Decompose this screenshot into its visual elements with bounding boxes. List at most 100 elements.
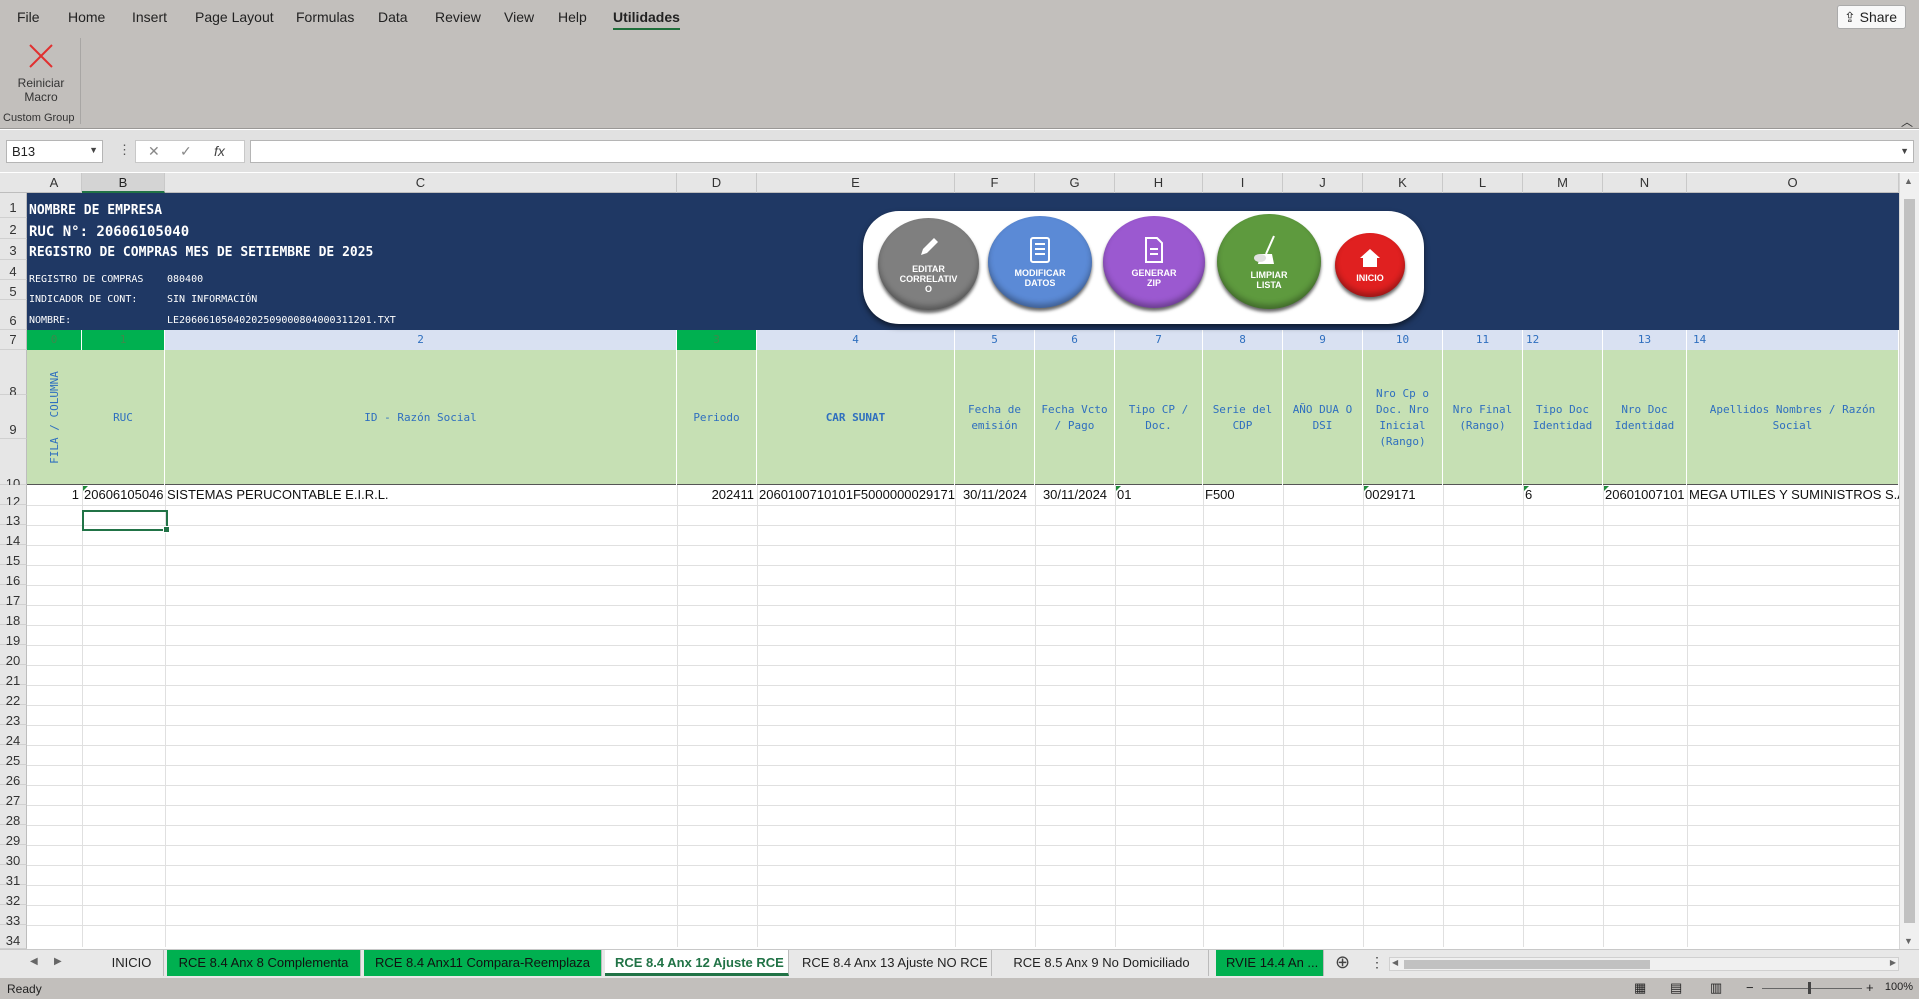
row-header-25[interactable]: 25: [0, 745, 27, 768]
cell-ruc[interactable]: 20606105046: [84, 485, 164, 505]
col-header-g[interactable]: G: [1035, 173, 1115, 193]
horizontal-scroll-thumb[interactable]: [1404, 960, 1650, 969]
col-header-c[interactable]: C: [165, 173, 677, 193]
col-header-i[interactable]: I: [1203, 173, 1283, 193]
reiniciar-macro-button[interactable]: Reiniciar Macro: [8, 42, 74, 104]
row-header-19[interactable]: 19: [0, 625, 27, 648]
zoom-in-icon[interactable]: +: [1866, 980, 1874, 995]
tab-help[interactable]: Help: [558, 9, 587, 25]
more-options-icon[interactable]: ⋮: [118, 142, 131, 158]
col-header-o[interactable]: O: [1687, 173, 1899, 193]
tab-file[interactable]: File: [17, 9, 40, 25]
tab-insert[interactable]: Insert: [132, 9, 167, 25]
col-header-k[interactable]: K: [1363, 173, 1443, 193]
sheet-tab-anx9[interactable]: RCE 8.5 Anx 9 No Domiciliado: [995, 950, 1209, 976]
row-header-26[interactable]: 26: [0, 765, 27, 788]
vertical-scroll-thumb[interactable]: [1904, 199, 1915, 923]
limpiar-lista-button[interactable]: LIMPIAR LISTA: [1217, 214, 1321, 309]
sheet-tab-anx11[interactable]: RCE 8.4 Anx11 Compara-Reemplaza: [364, 950, 602, 976]
col-header-d[interactable]: D: [677, 173, 757, 193]
tab-home[interactable]: Home: [68, 9, 105, 25]
row-header-34[interactable]: 34: [0, 925, 27, 949]
col-header-b[interactable]: B: [82, 173, 165, 193]
sheet-tab-anx13[interactable]: RCE 8.4 Anx 13 Ajuste NO RCE: [792, 950, 992, 976]
sheet-tab-inicio[interactable]: INICIO: [100, 950, 164, 976]
row-header-6[interactable]: 6: [0, 300, 27, 330]
col-header-l[interactable]: L: [1443, 173, 1523, 193]
scroll-right-icon[interactable]: ▶: [1890, 958, 1896, 967]
chevron-down-icon[interactable]: ▼: [89, 145, 98, 155]
row-header-17[interactable]: 17: [0, 585, 27, 608]
cell-razon-social[interactable]: SISTEMAS PERUCONTABLE E.I.R.L.: [167, 485, 389, 505]
row-header-12[interactable]: 12: [0, 485, 27, 509]
cell-apellidos[interactable]: MEGA UTILES Y SUMINISTROS S.A.C: [1689, 485, 1899, 505]
scroll-down-icon[interactable]: ▼: [1904, 936, 1913, 946]
insert-function-icon[interactable]: fx: [214, 143, 225, 159]
expand-formula-icon[interactable]: ▼: [1900, 146, 1909, 156]
inicio-button[interactable]: INICIO: [1335, 233, 1405, 297]
row-header-5[interactable]: 5: [0, 280, 27, 300]
row-header-32[interactable]: 32: [0, 885, 27, 908]
row-header-10[interactable]: 10: [0, 439, 27, 491]
row-header-1[interactable]: 1: [0, 193, 27, 218]
row-header-3[interactable]: 3: [0, 239, 27, 260]
share-button[interactable]: ⇪ Share: [1837, 5, 1906, 29]
tab-page-layout[interactable]: Page Layout: [195, 9, 274, 25]
zoom-level[interactable]: 100%: [1885, 981, 1913, 993]
row-header-30[interactable]: 30: [0, 845, 27, 868]
page-break-view-icon[interactable]: ▥: [1710, 980, 1722, 996]
row-header-21[interactable]: 21: [0, 665, 27, 688]
col-header-n[interactable]: N: [1603, 173, 1687, 193]
row-header-16[interactable]: 16: [0, 565, 27, 588]
more-sheets-icon[interactable]: ⋮: [1370, 954, 1384, 971]
row-header-9[interactable]: 9: [0, 395, 27, 439]
col-header-j[interactable]: J: [1283, 173, 1363, 193]
editar-correlativo-button[interactable]: EDITAR CORRELATIV O: [878, 218, 979, 310]
row-header-20[interactable]: 20: [0, 645, 27, 668]
cancel-icon[interactable]: ✕: [148, 143, 160, 160]
cell-periodo[interactable]: 202411: [677, 485, 754, 505]
cell-fecha-emision[interactable]: 30/11/2024: [955, 485, 1035, 505]
zoom-slider-thumb[interactable]: [1808, 982, 1811, 994]
row-header-18[interactable]: 18: [0, 605, 27, 628]
scroll-up-icon[interactable]: ▲: [1904, 176, 1913, 186]
row-header-27[interactable]: 27: [0, 785, 27, 808]
collapse-ribbon-icon[interactable]: ︿: [1901, 113, 1913, 130]
zoom-out-icon[interactable]: −: [1746, 980, 1754, 995]
col-header-e[interactable]: E: [757, 173, 955, 193]
vertical-scrollbar[interactable]: ▲ ▼: [1899, 173, 1919, 949]
sheet-tab-rvie[interactable]: RVIE 14.4 An ...: [1216, 950, 1324, 976]
col-header-m[interactable]: M: [1523, 173, 1603, 193]
cell-nro-doc[interactable]: 20601007101: [1605, 485, 1685, 505]
tab-review[interactable]: Review: [435, 9, 481, 25]
row-header-15[interactable]: 15: [0, 545, 27, 568]
generar-zip-button[interactable]: GENERAR ZIP: [1103, 216, 1205, 308]
add-sheet-icon[interactable]: ⊕: [1335, 952, 1350, 973]
row-header-28[interactable]: 28: [0, 805, 27, 828]
modificar-datos-button[interactable]: MODIFICAR DATOS: [988, 216, 1092, 308]
next-sheet-icon[interactable]: ▶: [54, 956, 62, 967]
cell-nro-cp[interactable]: 0029171: [1365, 485, 1416, 505]
row-header-8[interactable]: 8: [0, 350, 27, 399]
cell-tipo-doc[interactable]: 6: [1525, 485, 1532, 505]
row-header-4[interactable]: 4: [0, 260, 27, 280]
row-header-31[interactable]: 31: [0, 865, 27, 888]
col-header-a[interactable]: A: [27, 173, 82, 193]
row-header-14[interactable]: 14: [0, 525, 27, 548]
row-header-23[interactable]: 23: [0, 705, 27, 728]
row-header-2[interactable]: 2: [0, 218, 27, 239]
tab-formulas[interactable]: Formulas: [296, 9, 354, 25]
formula-input[interactable]: ▼: [250, 140, 1914, 163]
selected-cell-b13[interactable]: [82, 510, 170, 533]
row-header-24[interactable]: 24: [0, 725, 27, 748]
row-header-7[interactable]: 7: [0, 330, 27, 350]
row-header-29[interactable]: 29: [0, 825, 27, 848]
enter-check-icon[interactable]: ✓: [180, 143, 192, 160]
col-header-f[interactable]: F: [955, 173, 1035, 193]
cell-fila[interactable]: 1: [27, 485, 79, 505]
cell-car-sunat[interactable]: 2060100710101F5000000029171: [759, 485, 955, 505]
zoom-slider[interactable]: [1762, 988, 1862, 989]
sheet-tab-anx8[interactable]: RCE 8.4 Anx 8 Complementa: [167, 950, 361, 976]
cell-serie[interactable]: F500: [1205, 485, 1235, 505]
row-header-13[interactable]: 13: [0, 505, 27, 528]
